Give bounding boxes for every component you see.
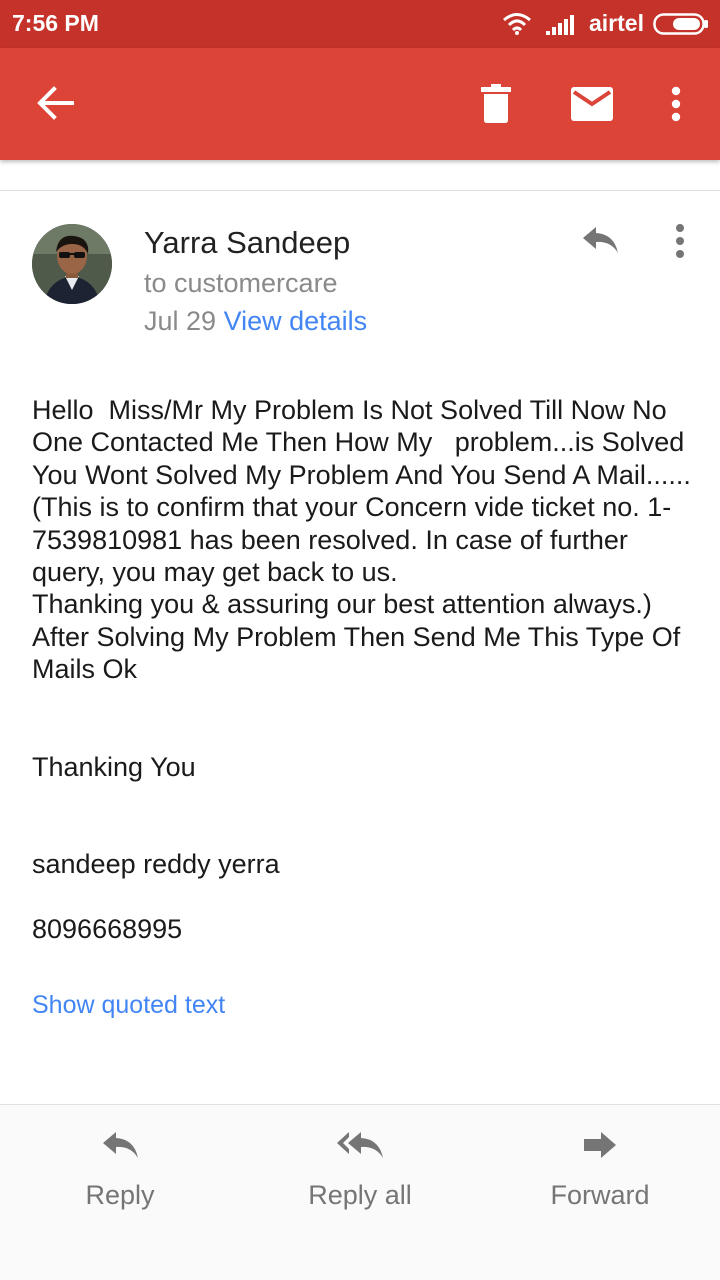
header-divider [0, 190, 720, 191]
carrier-name: airtel [589, 10, 644, 36]
body-paragraph: Thanking you & assuring our best attenti… [32, 589, 652, 620]
app-bar [0, 48, 720, 160]
message-more-icon[interactable] [674, 223, 686, 259]
forward-icon [584, 1132, 616, 1158]
reply-all-label: Reply all [308, 1180, 412, 1210]
wifi-icon [503, 13, 531, 35]
body-paragraph: After Solving My Problem Then Send Me Th… [32, 621, 688, 685]
message-date: Jul 29 [144, 306, 217, 336]
reply-icon[interactable] [581, 225, 619, 255]
recipient-line: to customercare [144, 268, 338, 298]
trash-icon[interactable] [480, 84, 512, 124]
avatar[interactable] [32, 224, 112, 304]
message-meta: Jul 29 View details [144, 306, 367, 337]
status-time: 7:56 PM [12, 10, 99, 36]
status-bar: 7:56 PM airtel [0, 0, 720, 48]
reply-label: Reply [85, 1180, 155, 1210]
body-closing: Thanking You [32, 751, 196, 782]
body-paragraph: Hello Miss/Mr My Problem Is Not Solved T… [32, 395, 699, 588]
reply-all-icon [337, 1132, 383, 1158]
more-vert-icon[interactable] [670, 86, 682, 122]
signature-phone: 8096668995 [32, 914, 183, 945]
sender-name: Yarra Sandeep [144, 225, 351, 260]
reply-icon [103, 1132, 138, 1158]
view-details-link[interactable]: View details [224, 306, 368, 336]
forward-label: Forward [550, 1180, 650, 1210]
show-quoted-text-link[interactable]: Show quoted text [32, 991, 225, 1020]
mail-icon[interactable] [571, 87, 613, 121]
signature-name: sandeep reddy yerra [32, 849, 280, 880]
signal-icon [546, 15, 574, 35]
avatar-image [32, 224, 112, 304]
battery-icon [653, 13, 708, 35]
arrow-back-icon[interactable] [36, 86, 74, 120]
reply-all-button[interactable]: Reply all [240, 1130, 480, 1230]
forward-button[interactable]: Forward [480, 1130, 720, 1230]
reply-button[interactable]: Reply [0, 1130, 240, 1230]
message-body: Hello Miss/Mr My Problem Is Not Solved T… [32, 394, 702, 946]
